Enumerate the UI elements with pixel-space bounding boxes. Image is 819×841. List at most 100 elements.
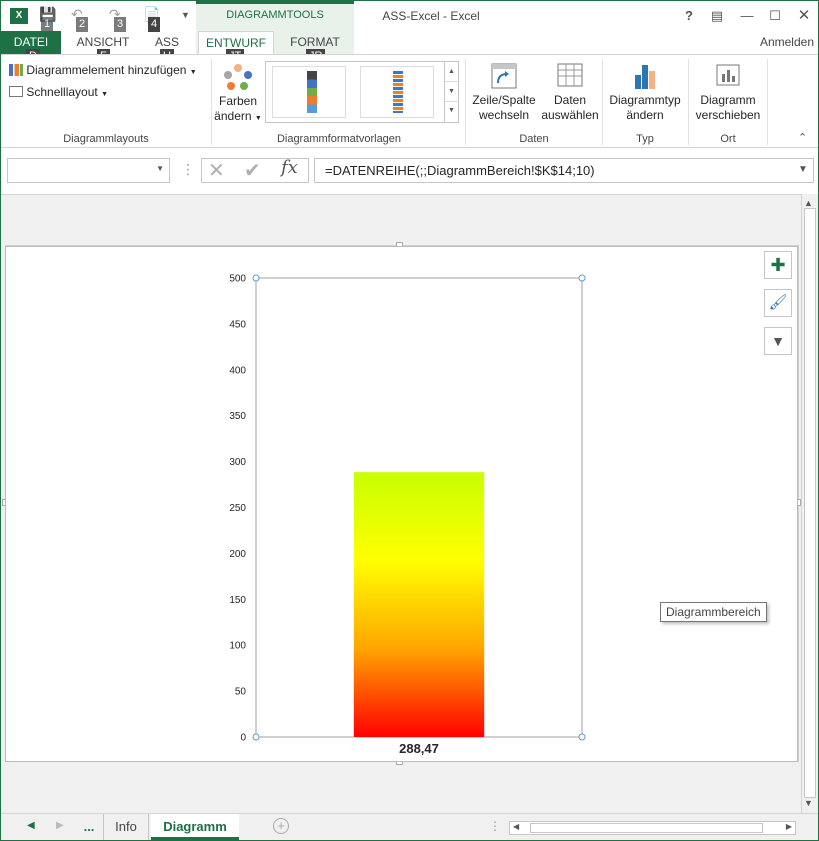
change-colors-label-2: ändern ▼: [214, 109, 262, 123]
scroll-tabs-left-icon[interactable]: ◀: [27, 820, 35, 831]
y-tick-label: 0: [240, 733, 246, 744]
maximize-button[interactable]: ☐: [764, 7, 786, 25]
confirm-icon[interactable]: ✔: [244, 158, 261, 183]
gallery-scrollbar[interactable]: ▲ ▼ ▼: [444, 62, 458, 122]
bar-chart: 0 50 100 150 200 250 300 350 400 450 500 288,47: [229, 274, 586, 756]
sheet-tabs-bar: ◀ ▶ ... Info Diagramm + ⋮ ◀ ▶: [1, 813, 818, 840]
move-chart-button[interactable]: Diagramm verschieben: [692, 61, 764, 123]
chart-area[interactable]: 0 50 100 150 200 250 300 350 400 450 500 288,47: [5, 246, 798, 762]
vertical-scroll-thumb[interactable]: [804, 208, 816, 798]
name-box[interactable]: ▼: [7, 158, 170, 183]
signin-link[interactable]: Anmelden: [760, 35, 814, 49]
window-title: ASS-Excel - Excel: [382, 9, 480, 23]
expand-formula-bar-icon[interactable]: ▼: [798, 164, 808, 175]
scroll-right-icon[interactable]: ▶: [786, 822, 792, 831]
scroll-down-icon[interactable]: ▼: [804, 798, 813, 808]
group-label-type: Typ: [636, 133, 654, 145]
sheet-tab-diagramm[interactable]: Diagramm: [151, 814, 239, 840]
change-chart-type-button[interactable]: Diagrammtyp ändern: [606, 61, 684, 123]
scroll-up-icon[interactable]: ▲: [804, 198, 813, 208]
formula-bar-grip-icon: ⋮: [181, 161, 195, 177]
scroll-left-icon[interactable]: ◀: [513, 822, 519, 831]
group-label-data: Daten: [519, 133, 549, 145]
ribbon-separator: [602, 59, 603, 145]
y-tick-label: 250: [229, 503, 246, 514]
bar[interactable]: [353, 472, 485, 737]
change-chart-type-label-1: Diagrammtyp: [609, 93, 681, 107]
ribbon: Diagrammelement hinzufügen ▼ Schnelllayo…: [1, 54, 818, 148]
formula-input[interactable]: =DATENREIHE(;;DiagrammBereich!$K$14;10): [314, 158, 814, 183]
ribbon-display-options-icon[interactable]: ▤: [706, 7, 728, 25]
select-data-icon: [557, 63, 583, 87]
help-button[interactable]: ?: [678, 7, 700, 25]
chart-style-2[interactable]: [360, 66, 434, 118]
group-label-location: Ort: [720, 133, 736, 145]
y-tick-label: 500: [229, 274, 246, 285]
switch-row-column-label-1: Zeile/Spalte: [472, 93, 536, 107]
keytip-1: 1: [41, 17, 54, 32]
data-label[interactable]: 288,47: [399, 741, 439, 756]
minimize-button[interactable]: —: [736, 7, 758, 25]
excel-app-icon[interactable]: X: [10, 8, 28, 24]
y-tick-label: 450: [229, 319, 246, 330]
move-chart-icon: [716, 64, 740, 86]
horizontal-scrollbar[interactable]: ◀ ▶: [509, 821, 796, 835]
paintbrush-icon: 🖌: [768, 294, 788, 311]
chart-area-tooltip: Diagrammbereich: [660, 602, 767, 622]
plus-icon: ✚: [770, 255, 786, 275]
insert-function-icon[interactable]: fx: [281, 157, 298, 178]
y-tick-label: 400: [229, 365, 246, 376]
select-data-label-2: auswählen: [541, 108, 599, 122]
ribbon-separator: [688, 59, 689, 145]
y-tick-label: 100: [229, 641, 246, 652]
add-chart-element-label: Diagrammelement hinzufügen: [26, 63, 187, 77]
change-colors-button[interactable]: Farben ändern ▼: [214, 61, 262, 126]
ribbon-separator: [465, 59, 466, 145]
customize-qat-icon[interactable]: ▼: [181, 10, 190, 30]
keytip-4: 4: [148, 17, 161, 32]
vertical-scrollbar[interactable]: ▲ ▼: [801, 194, 818, 813]
quick-layout-icon: [9, 86, 23, 97]
add-chart-element-icon: [9, 64, 23, 76]
chart-elements-button[interactable]: ✚: [764, 251, 792, 279]
switch-row-column-icon: [491, 63, 517, 89]
switch-row-column-button[interactable]: Zeile/Spalte wechseln: [469, 61, 539, 123]
chevron-down-icon: ▼: [101, 91, 109, 98]
y-tick-label: 350: [229, 411, 246, 422]
collapse-ribbon-icon[interactable]: ⌃: [798, 131, 807, 144]
title-bar: X 💾 1 ↶ 2 ↷ 3 📄 4 ▼ DIAGRAMMTOOLS ASS-Ex…: [1, 1, 818, 32]
add-chart-element-button[interactable]: Diagrammelement hinzufügen ▼: [9, 63, 197, 77]
keytip-2: 2: [76, 17, 89, 32]
tab-splitter-grip-icon[interactable]: ⋮: [489, 819, 501, 833]
quick-layout-button[interactable]: Schnelllayout ▼: [9, 85, 108, 99]
y-tick-label: 150: [229, 595, 246, 606]
change-chart-type-label-2: ändern: [626, 108, 664, 122]
quick-layout-label: Schnelllayout: [26, 85, 98, 99]
change-colors-label-1: Farben: [218, 94, 258, 108]
close-button[interactable]: ✕: [793, 7, 815, 25]
excel-window: X 💾 1 ↶ 2 ↷ 3 📄 4 ▼ DIAGRAMMTOOLS ASS-Ex…: [0, 0, 819, 841]
chart-styles-button[interactable]: 🖌: [764, 289, 792, 317]
y-tick-label: 300: [229, 457, 246, 468]
plot-area-handle[interactable]: [252, 274, 260, 282]
more-sheets-button[interactable]: ...: [77, 814, 101, 840]
horizontal-scroll-thumb[interactable]: [530, 823, 763, 833]
plot-area-handle[interactable]: [578, 274, 586, 282]
chevron-down-icon: ▼: [156, 164, 164, 173]
scroll-tabs-right-icon[interactable]: ▶: [56, 820, 64, 831]
select-data-button[interactable]: Daten auswählen: [541, 61, 599, 123]
move-chart-label-2: verschieben: [695, 108, 761, 122]
switch-row-column-label-2: wechseln: [478, 108, 530, 122]
chart-styles-gallery[interactable]: ▲ ▼ ▼: [265, 61, 459, 123]
new-sheet-icon[interactable]: +: [273, 818, 289, 834]
chart-filters-button[interactable]: ▼: [764, 327, 792, 355]
plot-area-handle[interactable]: [578, 733, 586, 741]
plot-area-handle[interactable]: [252, 733, 260, 741]
chart-style-1[interactable]: [272, 66, 346, 118]
keytip-3: 3: [114, 17, 127, 32]
move-chart-label-1: Diagramm: [700, 93, 756, 107]
chevron-down-icon: ▼: [189, 69, 197, 76]
cancel-icon[interactable]: ✕: [208, 158, 225, 183]
sheet-tab-info[interactable]: Info: [103, 814, 149, 840]
y-tick-label: 200: [229, 549, 246, 560]
